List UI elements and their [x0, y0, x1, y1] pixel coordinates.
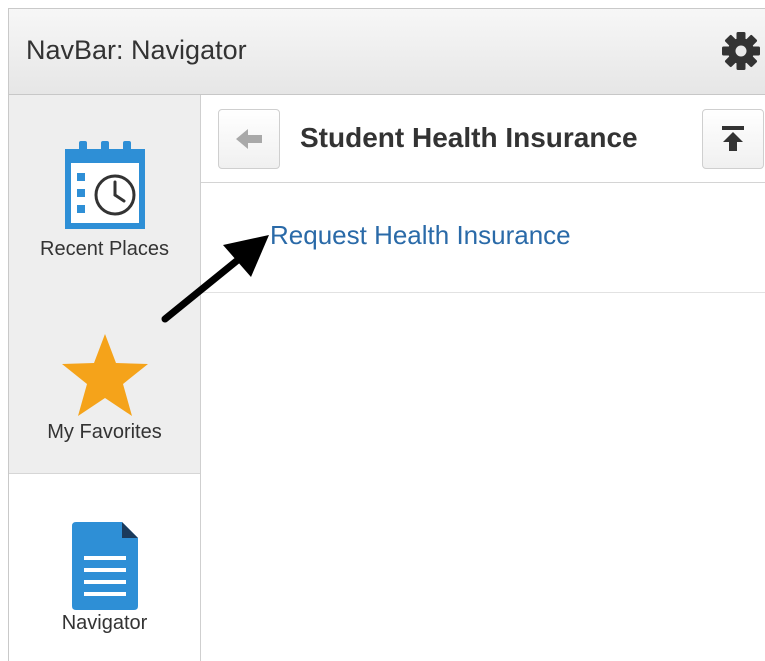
arrow-up-to-top-icon: [722, 126, 744, 151]
sidebar-item-navigator[interactable]: Navigator: [9, 473, 200, 661]
star-icon: [61, 334, 148, 416]
gear-icon[interactable]: [721, 31, 761, 71]
sidebar-item-label: My Favorites: [47, 421, 162, 443]
content-header: Student Health Insurance: [201, 95, 765, 183]
sidebar-item-label: Navigator: [61, 612, 148, 634]
navbar-title: NavBar: Navigator: [26, 35, 247, 65]
document-icon: [71, 522, 138, 610]
navbar-panel: NavBar: Navigator Recent Places My Favor…: [8, 8, 765, 661]
pointer-arrow-icon: [161, 235, 269, 323]
page-title: Student Health Insurance: [300, 122, 638, 153]
navigator-content: Student Health Insurance Request Health …: [201, 95, 765, 661]
navbar-header: NavBar: Navigator: [9, 9, 765, 95]
navbar-sidebar: Recent Places My Favorites Navigator: [9, 95, 201, 661]
back-button[interactable]: [218, 109, 280, 169]
request-health-insurance-link[interactable]: Request Health Insurance: [270, 220, 571, 251]
arrow-left-icon: [236, 129, 262, 149]
scroll-to-top-button[interactable]: [702, 109, 764, 169]
calendar-clock-icon: [64, 141, 145, 229]
list-item[interactable]: Request Health Insurance: [201, 183, 765, 293]
